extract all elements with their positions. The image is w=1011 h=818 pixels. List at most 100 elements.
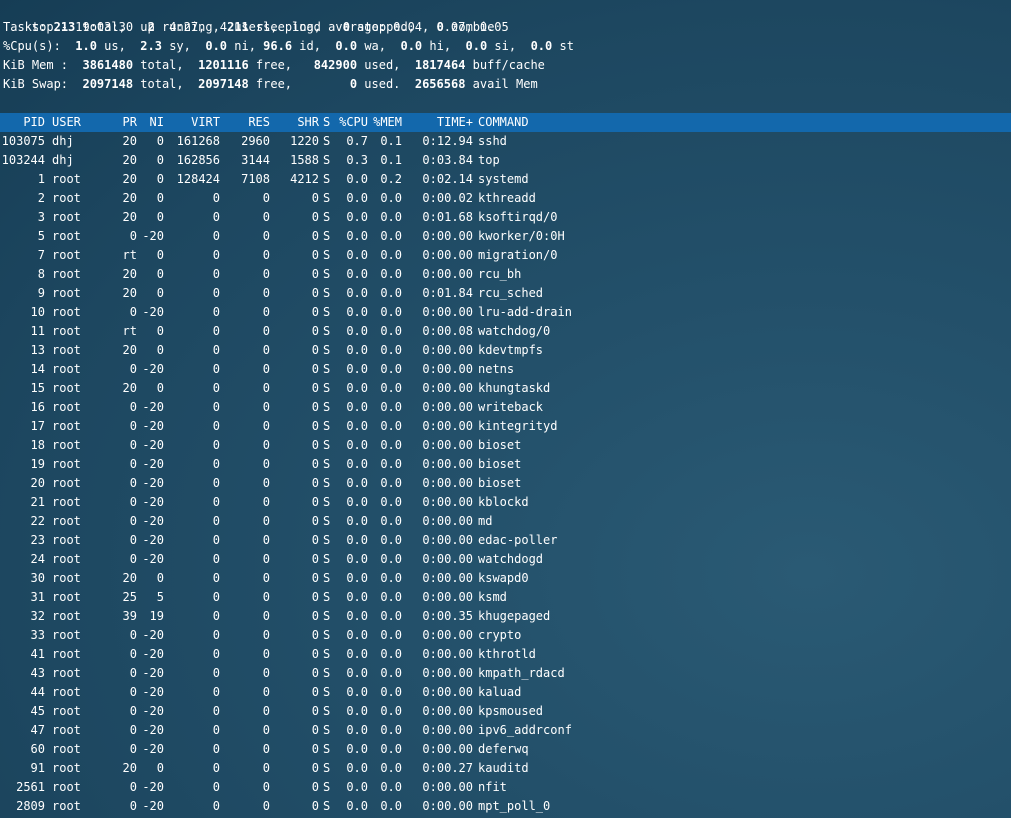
header-pid[interactable]: PID [0, 113, 45, 132]
header-time[interactable]: TIME+ [402, 113, 473, 132]
process-cpu: 0.0 [346, 780, 368, 794]
header-shr[interactable]: SHR [270, 113, 319, 132]
process-row[interactable]: 5 root 0 -20 0 0 0 S 0.0 0.0 0:00.00 kworker/0:0H [0, 227, 1011, 246]
header-command[interactable]: COMMAND [478, 113, 658, 132]
process-row[interactable]: 45 root 0 -20 0 0 0 S 0.0 0.0 0:00.00 kpsmoused [0, 702, 1011, 721]
process-row[interactable]: 2 root 20 0 0 0 0 S 0.0 0.0 0:00.02 kthreadd [0, 189, 1011, 208]
process-user: root [52, 761, 81, 775]
process-row[interactable]: 11 root rt 0 0 0 0 S 0.0 0.0 0:00.08 watchdog/0 [0, 322, 1011, 341]
tasks-total: 213 [53, 20, 76, 34]
process-user: root [52, 590, 81, 604]
process-pid: 13 [30, 343, 45, 357]
process-time: 0:00.00 [422, 305, 473, 319]
mem-used: 842900 [313, 58, 358, 72]
process-row[interactable]: 23 root 0 -20 0 0 0 S 0.0 0.0 0:00.00 edac-poller [0, 531, 1011, 550]
process-state: S [323, 514, 331, 528]
process-command: watchdog/0 [478, 324, 551, 338]
process-row[interactable]: 7 root rt 0 0 0 0 S 0.0 0.0 0:00.00 migration/0 [0, 246, 1011, 265]
process-row[interactable]: 24 root 0 -20 0 0 0 S 0.0 0.0 0:00.00 watchdogd [0, 550, 1011, 569]
tasks-running-label: running, [162, 20, 220, 34]
header-res[interactable]: RES [220, 113, 270, 132]
process-row[interactable]: 18 root 0 -20 0 0 0 S 0.0 0.0 0:00.00 bioset [0, 436, 1011, 455]
process-virt: 0 [212, 267, 220, 281]
process-shr: 1588 [290, 153, 319, 167]
header-cpu[interactable]: %CPU [334, 113, 368, 132]
process-row[interactable]: 103075 dhj 20 0 161268 2960 1220 S 0.7 0.1 0:12.94… [0, 132, 1011, 151]
process-state: S [323, 666, 331, 680]
process-state: S [323, 381, 331, 395]
process-row[interactable]: 47 root 0 -20 0 0 0 S 0.0 0.0 0:00.00 ipv6_addrconf [0, 721, 1011, 740]
header-mem[interactable]: %MEM [368, 113, 402, 132]
process-pid: 45 [30, 704, 45, 718]
process-command: top [478, 153, 500, 167]
process-row[interactable]: 3 root 20 0 0 0 0 S 0.0 0.0 0:01.68 ksoftirqd/0 [0, 208, 1011, 227]
process-cpu: 0.0 [346, 628, 368, 642]
process-pid: 14 [30, 362, 45, 376]
header-ni[interactable]: NI [137, 113, 164, 132]
process-pr: 0 [129, 438, 137, 452]
process-res: 0 [262, 628, 270, 642]
process-shr: 0 [311, 457, 319, 471]
process-row[interactable]: 19 root 0 -20 0 0 0 S 0.0 0.0 0:00.00 bioset [0, 455, 1011, 474]
process-row[interactable]: 41 root 0 -20 0 0 0 S 0.0 0.0 0:00.00 kthrotld [0, 645, 1011, 664]
process-row[interactable]: 1 root 20 0 128424 7108 4212 S 0.0 0.2 0:02.14 syst… [0, 170, 1011, 189]
process-mem: 0.0 [380, 704, 402, 718]
process-user: root [52, 799, 81, 813]
swap-total: 2097148 [82, 77, 134, 91]
process-row[interactable]: 31 root 25 5 0 0 0 S 0.0 0.0 0:00.00 ksmd [0, 588, 1011, 607]
process-row[interactable]: 91 root 20 0 0 0 0 S 0.0 0.0 0:00.27 kauditd [0, 759, 1011, 778]
process-virt: 0 [212, 324, 220, 338]
process-row[interactable]: 17 root 0 -20 0 0 0 S 0.0 0.0 0:00.00 kintegrityd [0, 417, 1011, 436]
process-pr: 0 [129, 723, 137, 737]
process-cpu: 0.0 [346, 324, 368, 338]
process-pid: 18 [30, 438, 45, 452]
header-pr[interactable]: PR [108, 113, 137, 132]
process-pr: 25 [122, 590, 137, 604]
process-row[interactable]: 22 root 0 -20 0 0 0 S 0.0 0.0 0:00.00 md [0, 512, 1011, 531]
process-command: kdevtmpfs [478, 343, 544, 357]
mem-free: 1201116 [198, 58, 249, 72]
process-row[interactable]: 14 root 0 -20 0 0 0 S 0.0 0.0 0:00.00 netns [0, 360, 1011, 379]
process-pid: 8 [37, 267, 45, 281]
process-row[interactable]: 15 root 20 0 0 0 0 S 0.0 0.0 0:00.00 khungtaskd [0, 379, 1011, 398]
process-row[interactable]: 10 root 0 -20 0 0 0 S 0.0 0.0 0:00.00 lru-add-drain [0, 303, 1011, 322]
process-mem: 0.0 [380, 381, 402, 395]
process-virt: 0 [212, 571, 220, 585]
process-state: S [323, 134, 331, 148]
header-user[interactable]: USER [52, 113, 107, 132]
process-row[interactable]: 33 root 0 -20 0 0 0 S 0.0 0.0 0:00.00 crypto [0, 626, 1011, 645]
process-res: 0 [262, 362, 270, 376]
header-state[interactable]: S [323, 113, 333, 132]
process-row[interactable]: 103244 dhj 20 0 162856 3144 1588 S 0.3 0.1 0:03.84… [0, 151, 1011, 170]
process-row[interactable]: 32 root 39 19 0 0 0 S 0.0 0.0 0:00.35 khugepaged [0, 607, 1011, 626]
process-row[interactable]: 43 root 0 -20 0 0 0 S 0.0 0.0 0:00.00 kmpath_rdacd [0, 664, 1011, 683]
process-state: S [323, 286, 331, 300]
process-row[interactable]: 44 root 0 -20 0 0 0 S 0.0 0.0 0:00.00 kaluad [0, 683, 1011, 702]
process-command: ksoftirqd/0 [478, 210, 558, 224]
process-row[interactable]: 8 root 20 0 0 0 0 S 0.0 0.0 0:00.00 rcu_bh [0, 265, 1011, 284]
process-row[interactable]: 2809 root 0 -20 0 0 0 S 0.0 0.0 0:00.00 mpt_poll_0 [0, 797, 1011, 816]
process-cpu: 0.0 [346, 343, 368, 357]
process-virt: 0 [212, 419, 220, 433]
process-ni: -20 [142, 685, 164, 699]
process-shr: 0 [311, 229, 319, 243]
process-shr: 0 [311, 628, 319, 642]
header-virt[interactable]: VIRT [164, 113, 220, 132]
process-virt: 0 [212, 305, 220, 319]
process-row[interactable]: 30 root 20 0 0 0 0 S 0.0 0.0 0:00.00 kswapd0 [0, 569, 1011, 588]
process-row[interactable]: 20 root 0 -20 0 0 0 S 0.0 0.0 0:00.00 bioset [0, 474, 1011, 493]
process-row[interactable]: 9 root 20 0 0 0 0 S 0.0 0.0 0:01.84 rcu_sched [0, 284, 1011, 303]
terminal-window[interactable]: top - 19:03:30 up 4:27, 4 users, load av… [0, 0, 1011, 818]
process-time: 0:00.00 [422, 400, 473, 414]
process-row[interactable]: 13 root 20 0 0 0 0 S 0.0 0.0 0:00.00 kdevtmpfs [0, 341, 1011, 360]
process-row[interactable]: 60 root 0 -20 0 0 0 S 0.0 0.0 0:00.00 deferwq [0, 740, 1011, 759]
process-table-header[interactable]: PID USER PR NI VIRT RES SHR S %CPU %MEM TIME+ COMMA… [0, 113, 1011, 132]
process-row[interactable]: 2561 root 0 -20 0 0 0 S 0.0 0.0 0:00.00 nfit [0, 778, 1011, 797]
process-row[interactable]: 21 root 0 -20 0 0 0 S 0.0 0.0 0:00.00 kblockd [0, 493, 1011, 512]
process-pr: 0 [129, 476, 137, 490]
process-pid: 44 [30, 685, 45, 699]
process-pr: 20 [122, 571, 137, 585]
process-state: S [323, 590, 331, 604]
process-virt: 161268 [176, 134, 220, 148]
process-row[interactable]: 16 root 0 -20 0 0 0 S 0.0 0.0 0:00.00 writeback [0, 398, 1011, 417]
